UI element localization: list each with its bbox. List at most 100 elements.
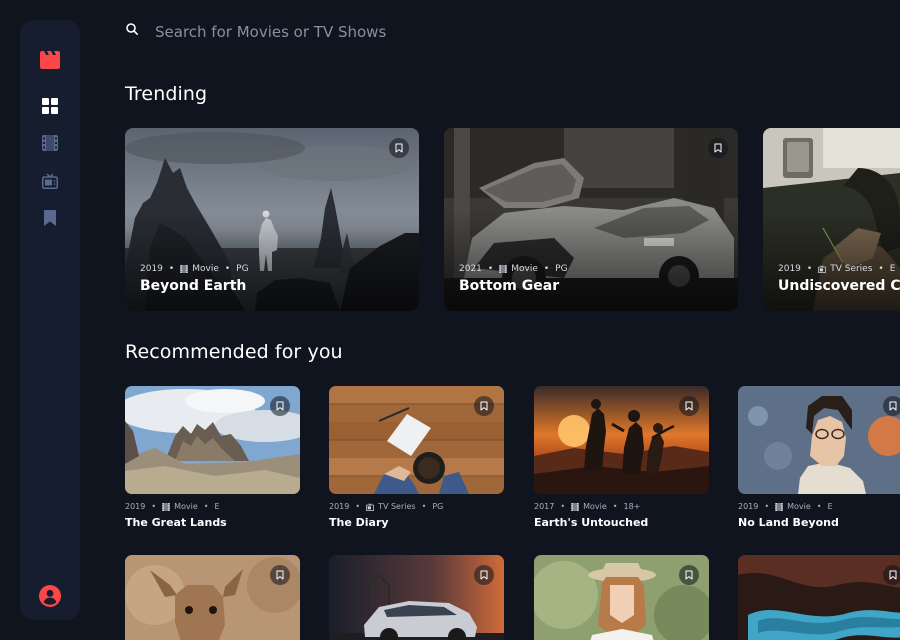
thumbnail bbox=[738, 555, 900, 640]
trending-card[interactable]: 2019 • TV Series • E Undiscovered Cities bbox=[763, 128, 900, 311]
bookmark-button[interactable] bbox=[474, 565, 494, 585]
card-title: Bottom Gear bbox=[459, 278, 560, 294]
recommended-card[interactable]: 2017 • Movie • 18+ Earth's Untouched bbox=[534, 386, 709, 529]
thumbnail bbox=[125, 555, 300, 640]
bookmark-icon bbox=[276, 401, 284, 411]
trending-card[interactable]: 2019 • Movie • PG Beyond Earth bbox=[125, 128, 419, 311]
recommended-card[interactable]: 2019 • TV Series • PG The Diary bbox=[329, 386, 504, 529]
separator-dot: • bbox=[878, 264, 884, 274]
bookmark-button[interactable] bbox=[679, 396, 699, 416]
card-year: 2021 bbox=[459, 264, 482, 274]
thumbnail-image bbox=[738, 555, 900, 640]
card-rating: E bbox=[214, 502, 220, 511]
grid-icon bbox=[42, 98, 58, 114]
card-meta: 2019 • TV Series • PG bbox=[329, 502, 504, 511]
clapperboard-icon[interactable] bbox=[40, 51, 60, 69]
card-category: Movie bbox=[583, 502, 607, 511]
recommended-card[interactable] bbox=[125, 555, 300, 640]
bookmark-icon bbox=[480, 401, 488, 411]
separator-dot: • bbox=[806, 264, 813, 274]
movie-icon bbox=[162, 503, 170, 511]
card-title: Beyond Earth bbox=[140, 278, 247, 294]
recommended-heading: Recommended for you bbox=[125, 341, 343, 363]
recommended-card[interactable]: 2019 • Movie • E No Land Beyond bbox=[738, 386, 900, 529]
bookmark-button[interactable] bbox=[708, 138, 728, 158]
nav-bookmarks[interactable] bbox=[42, 210, 58, 226]
card-rating: PG bbox=[236, 264, 249, 274]
recommended-card[interactable] bbox=[329, 555, 504, 640]
bookmark-button[interactable] bbox=[389, 138, 409, 158]
thumbnail bbox=[738, 386, 900, 494]
card-category: Movie bbox=[174, 502, 198, 511]
separator-dot: • bbox=[355, 502, 361, 511]
card-rating: PG bbox=[432, 502, 444, 511]
bookmark-icon bbox=[480, 570, 488, 580]
bookmark-icon bbox=[889, 401, 897, 411]
tv-series-icon bbox=[818, 265, 826, 273]
search-icon bbox=[125, 21, 139, 35]
app-window: Trending bbox=[0, 0, 900, 640]
search-bar bbox=[125, 18, 825, 46]
user-icon bbox=[39, 585, 61, 607]
card-category: TV Series bbox=[378, 502, 416, 511]
card-year: 2019 bbox=[778, 264, 801, 274]
thumbnail bbox=[329, 386, 504, 494]
separator-dot: • bbox=[151, 502, 157, 511]
bookmark-icon bbox=[685, 570, 693, 580]
card-meta: 2021 • Movie • PG bbox=[459, 264, 568, 274]
bookmark-button[interactable] bbox=[270, 396, 290, 416]
card-category: Movie bbox=[192, 264, 219, 274]
profile-avatar[interactable] bbox=[39, 585, 61, 607]
card-meta: 2019 • Movie • E bbox=[738, 502, 900, 511]
card-year: 2019 bbox=[329, 502, 350, 511]
bookmark-icon bbox=[395, 143, 403, 153]
movie-icon bbox=[499, 265, 507, 273]
thumbnail bbox=[125, 386, 300, 494]
thumbnail bbox=[329, 555, 504, 640]
separator-dot: • bbox=[203, 502, 209, 511]
film-icon bbox=[42, 135, 58, 151]
bookmark-button[interactable] bbox=[474, 396, 494, 416]
bookmark-button[interactable] bbox=[883, 565, 900, 585]
card-category: TV Series bbox=[830, 264, 873, 274]
bookmark-icon bbox=[714, 143, 722, 153]
separator-dot: • bbox=[816, 502, 822, 511]
bookmark-icon bbox=[44, 210, 56, 226]
separator-dot: • bbox=[224, 264, 231, 274]
bookmark-button[interactable] bbox=[679, 565, 699, 585]
bookmark-button[interactable] bbox=[883, 396, 900, 416]
nav-tv-series[interactable] bbox=[42, 173, 58, 189]
movie-icon bbox=[571, 503, 579, 511]
tv-icon bbox=[42, 173, 58, 189]
card-meta: 2019 • Movie • PG bbox=[140, 264, 249, 274]
bookmark-button[interactable] bbox=[270, 565, 290, 585]
card-title: No Land Beyond bbox=[738, 516, 839, 529]
thumbnail bbox=[534, 386, 709, 494]
recommended-card[interactable] bbox=[738, 555, 900, 640]
search-input[interactable] bbox=[155, 18, 755, 46]
card-title: The Diary bbox=[329, 516, 389, 529]
card-year: 2019 bbox=[140, 264, 163, 274]
trending-card[interactable]: 2021 • Movie • PG Bottom Gear bbox=[444, 128, 738, 311]
tv-series-icon bbox=[366, 503, 374, 511]
card-rating: E bbox=[889, 264, 896, 274]
movie-icon bbox=[775, 503, 783, 511]
separator-dot: • bbox=[612, 502, 618, 511]
card-year: 2017 bbox=[534, 502, 555, 511]
recommended-card[interactable]: 2019 • Movie • E The Great Lands bbox=[125, 386, 300, 529]
recommended-card[interactable] bbox=[534, 555, 709, 640]
separator-dot: • bbox=[543, 264, 550, 274]
bookmark-icon bbox=[276, 570, 284, 580]
card-meta: 2019 • Movie • E bbox=[125, 502, 300, 511]
card-title: Earth's Untouched bbox=[534, 516, 649, 529]
thumbnail-image bbox=[738, 386, 900, 494]
bookmark-icon bbox=[685, 401, 693, 411]
trending-heading: Trending bbox=[125, 83, 208, 105]
movie-icon bbox=[180, 265, 188, 273]
separator-dot: • bbox=[168, 264, 175, 274]
card-category: Movie bbox=[511, 264, 538, 274]
nav-home[interactable] bbox=[42, 98, 58, 114]
separator-dot: • bbox=[560, 502, 566, 511]
bookmark-icon bbox=[889, 570, 897, 580]
nav-movies[interactable] bbox=[42, 135, 58, 151]
